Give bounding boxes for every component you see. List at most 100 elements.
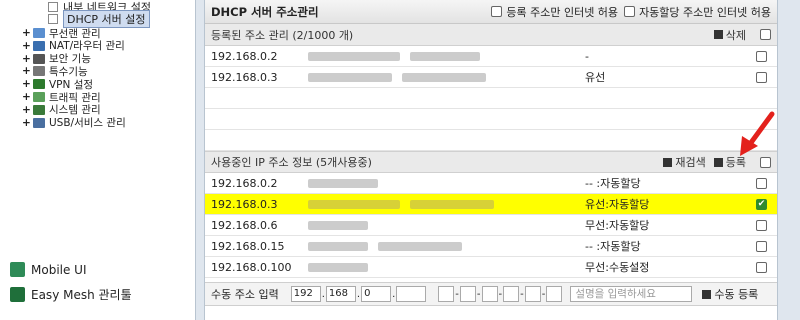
rescan-button[interactable]: 재검색	[663, 154, 706, 170]
ip-address: 192.168.0.2	[211, 176, 278, 190]
tree-item-1[interactable]: + NAT/라우터 관리	[22, 40, 125, 53]
mac-part-4-input[interactable]	[503, 286, 520, 302]
mesh-icon	[10, 287, 25, 302]
page-title: DHCP 서버 주소관리	[211, 4, 319, 19]
row-checkbox[interactable]	[756, 178, 767, 189]
tree-item-label: USB/서비스 관리	[49, 117, 126, 130]
plus-icon	[702, 289, 712, 299]
row-checkbox[interactable]	[756, 241, 767, 252]
tree-item-3[interactable]: + 특수기능	[22, 65, 88, 78]
tree-item-5[interactable]: + 트래픽 관리	[22, 91, 101, 104]
sidebar: 내부 네트워크 설정 DHCP 서버 설정 + 무선랜 관리 + NAT/라우터 관리…	[0, 0, 196, 320]
tree-item-7[interactable]: + USB/서비스 관리	[22, 117, 126, 130]
manual-entry-label: 수동 주소 입력	[211, 288, 279, 301]
in-use-row: 192.168.0.6 무선:자동할당	[205, 215, 777, 236]
in-use-header-text: 사용중인 IP 주소 정보 (5개사용중)	[211, 156, 372, 169]
ip-octet-2-input[interactable]: 168	[325, 286, 356, 302]
expand-icon[interactable]: +	[22, 27, 31, 39]
register-icon	[713, 157, 723, 167]
expand-icon[interactable]: +	[22, 104, 31, 116]
mac-part-3-input[interactable]	[481, 286, 498, 302]
system-icon	[33, 104, 45, 115]
expand-icon[interactable]: +	[22, 78, 31, 90]
row-checkbox[interactable]: ✔	[756, 199, 767, 210]
ip-address: 192.168.0.3	[211, 197, 278, 211]
connection-status: 무선:자동할당	[585, 219, 650, 232]
ip-octet-1-input[interactable]: 192	[290, 286, 321, 302]
ip-octet-3-input[interactable]: 0	[361, 286, 392, 302]
expand-icon[interactable]: +	[22, 53, 31, 65]
registered-row: 192.168.0.2 -	[205, 46, 777, 67]
tree-item-6[interactable]: + 시스템 관리	[22, 104, 101, 117]
mac-part-5-input[interactable]	[524, 286, 541, 302]
usb-icon	[33, 117, 45, 128]
mobile-ui-label: Mobile UI	[31, 262, 87, 277]
vpn-icon	[33, 79, 45, 90]
in-use-row: 192.168.0.100 무선:수동설정	[205, 257, 777, 278]
redacted-mac	[308, 199, 400, 209]
registered-only-checkbox[interactable]	[491, 6, 503, 17]
dhcp-main-panel: DHCP 서버 주소관리 등록 주소만 인터넷 허용 자동할당 주소만 인터넷 …	[204, 0, 778, 320]
manual-entry-bar: 수동 주소 입력 192. 168. 0. - - - - - 설명을 입력하세…	[205, 282, 777, 306]
registered-only-label: 등록 주소만 인터넷 허용	[506, 5, 619, 19]
expand-icon[interactable]: +	[22, 117, 31, 129]
connection-status: 유선:자동할당	[585, 198, 650, 211]
manual-register-button[interactable]: 수동 등록	[702, 286, 758, 302]
ip-address: 192.168.0.2	[211, 49, 278, 63]
row-checkbox[interactable]	[756, 51, 767, 62]
connection-status: -- :자동할당	[585, 177, 641, 190]
empty-row	[205, 109, 777, 130]
panel-header: DHCP 서버 주소관리 등록 주소만 인터넷 허용 자동할당 주소만 인터넷 …	[205, 0, 777, 24]
page-icon	[48, 13, 58, 24]
auto-only-checkbox[interactable]	[624, 6, 636, 17]
registered-select-all-checkbox[interactable]	[760, 29, 771, 40]
description-input[interactable]: 설명을 입력하세요	[570, 286, 693, 302]
mobile-icon	[10, 262, 25, 277]
in-use-row: 192.168.0.3 유선:자동할당 ✔	[205, 194, 777, 215]
router-icon	[33, 40, 45, 51]
mac-part-2-input[interactable]	[459, 286, 476, 302]
registered-row: 192.168.0.3 유선	[205, 67, 777, 88]
tree-item-4[interactable]: + VPN 설정	[22, 78, 93, 91]
row-checkbox[interactable]	[756, 220, 767, 231]
expand-icon[interactable]: +	[22, 91, 31, 103]
in-use-section-header: 사용중인 IP 주소 정보 (5개사용중) 재검색 등록	[205, 151, 777, 173]
mobile-ui-link[interactable]: Mobile UI	[10, 262, 87, 277]
in-use-list: 192.168.0.2 -- :자동할당 192.168.0.3 유선:자동할당 ✔ 19…	[205, 173, 777, 278]
registered-header-text: 등록된 주소 관리 (2/1000 개)	[211, 28, 354, 42]
redacted-mac	[308, 51, 400, 61]
delete-button[interactable]: 삭제	[713, 27, 746, 43]
arrow-shaft	[747, 111, 775, 147]
lock-icon	[33, 53, 45, 64]
redacted-mac	[308, 241, 368, 251]
in-use-row: 192.168.0.2 -- :자동할당	[205, 173, 777, 194]
ip-address: 192.168.0.3	[211, 70, 278, 84]
ip-address: 192.168.0.100	[211, 260, 292, 274]
redacted-mac	[308, 72, 392, 82]
special-icon	[33, 66, 45, 77]
row-checkbox[interactable]	[756, 72, 767, 83]
connection-status: 무선:수동설정	[585, 261, 650, 274]
tree-item-dhcp-server[interactable]: DHCP 서버 설정	[48, 9, 150, 28]
tree-item-2[interactable]: + 보안 기능	[22, 53, 91, 66]
connection-status: 유선	[585, 71, 606, 84]
redacted-mac	[308, 262, 368, 272]
expand-icon[interactable]: +	[22, 40, 31, 52]
easy-mesh-link[interactable]: Easy Mesh 관리툴	[10, 286, 132, 303]
rescan-icon	[663, 157, 673, 167]
ip-octet-4-input[interactable]	[396, 286, 427, 302]
wireless-icon	[33, 28, 45, 38]
easy-mesh-label: Easy Mesh 관리툴	[31, 288, 132, 302]
mac-part-1-input[interactable]	[438, 286, 455, 302]
redacted-description	[410, 51, 480, 61]
redacted-description	[378, 241, 462, 251]
redacted-description	[402, 72, 486, 82]
rescan-label: 재검색	[675, 156, 706, 169]
empty-row	[205, 130, 777, 151]
expand-icon[interactable]: +	[22, 65, 31, 77]
redacted-mac	[308, 178, 378, 188]
mac-part-6-input[interactable]	[546, 286, 563, 302]
tree-item-0[interactable]: + 무선랜 관리	[22, 27, 101, 40]
in-use-row: 192.168.0.15 -- :자동할당	[205, 236, 777, 257]
row-checkbox[interactable]	[756, 262, 767, 273]
